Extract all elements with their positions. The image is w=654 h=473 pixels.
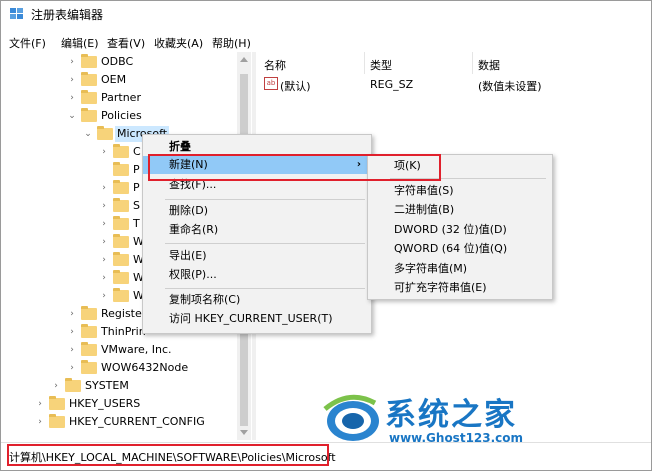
registry-editor-window: 注册表编辑器 文件(F) 编辑(E) 查看(V) 收藏夹(A) 帮助(H) › O… [0,0,652,471]
folder-icon [97,126,113,140]
chevron-right-icon[interactable]: › [99,288,109,304]
folder-icon [81,54,97,68]
menu-item-new[interactable]: 新建(N) › [143,156,371,174]
folder-icon [113,234,129,248]
menu-item-collapse[interactable]: 折叠 [143,138,371,156]
folder-icon [113,162,129,176]
menu-separator [165,199,365,200]
chevron-right-icon[interactable]: › [51,378,61,394]
chevron-right-icon[interactable]: › [67,342,77,358]
submenu-item-dword-value[interactable]: DWORD (32 位)值(D) [368,221,552,239]
folder-icon [113,288,129,302]
title-bar: 注册表编辑器 [1,1,651,27]
chevron-right-icon[interactable]: › [67,360,77,376]
menu-item-export[interactable]: 导出(E) [143,247,371,265]
menu-item-permissions[interactable]: 权限(P)... [143,266,371,284]
menu-item-find[interactable]: 查找(F)... [143,176,371,194]
menu-item-copy-key-name[interactable]: 复制项名称(C) [143,291,371,309]
submenu-item-multi-string-value[interactable]: 多字符串值(M) [368,260,552,278]
chevron-right-icon[interactable]: › [99,144,109,160]
value-name[interactable]: (默认) [280,78,311,94]
folder-icon [81,342,97,356]
string-value-icon: ab [264,77,278,90]
column-header-data[interactable]: 数据 [478,57,500,73]
submenu-item-expandable-string-value[interactable]: 可扩充字符串值(E) [368,279,552,297]
menu-file[interactable]: 文件(F) [9,35,46,51]
folder-icon [113,270,129,284]
folder-icon [49,396,65,410]
folder-icon [113,144,129,158]
watermark-logo-icon [323,394,379,441]
chevron-right-icon[interactable]: › [67,54,77,70]
submenu-item-string-value[interactable]: 字符串值(S) [368,182,552,200]
chevron-right-icon[interactable]: › [99,234,109,250]
folder-icon [113,252,129,266]
chevron-down-icon[interactable]: ⌄ [83,126,93,142]
watermark: 系统之家 www.Ghost123.com [319,389,559,447]
context-menu: 折叠 新建(N) › 查找(F)... 删除(D) 重命名(R) 导出(E) 权限… [142,134,372,334]
scroll-up-icon[interactable] [240,57,248,62]
chevron-right-icon[interactable]: › [99,270,109,286]
menu-separator [165,288,365,289]
column-header-type[interactable]: 类型 [370,57,392,73]
column-header-name[interactable]: 名称 [264,57,286,73]
scroll-down-icon[interactable] [240,430,248,435]
folder-icon [81,108,97,122]
menu-item-goto-hkcu[interactable]: 访问 HKEY_CURRENT_USER(T) [143,310,371,328]
menu-separator [165,243,365,244]
chevron-right-icon[interactable]: › [99,180,109,196]
column-divider[interactable] [472,52,473,74]
folder-icon [81,306,97,320]
chevron-right-icon[interactable]: › [99,252,109,268]
folder-icon [81,324,97,338]
submenu-item-key[interactable]: 项(K) [368,157,552,175]
menu-help[interactable]: 帮助(H) [212,35,251,51]
chevron-right-icon[interactable]: › [67,90,77,106]
chevron-right-icon[interactable]: › [99,198,109,214]
submenu-arrow-icon: › [356,159,361,170]
folder-icon [113,180,129,194]
menu-view[interactable]: 查看(V) [107,35,145,51]
chevron-down-icon[interactable]: ⌄ [67,108,77,124]
chevron-right-icon[interactable]: › [67,306,77,322]
registry-editor-icon [10,8,23,19]
new-submenu: 项(K) 字符串值(S) 二进制值(B) DWORD (32 位)值(D) QW… [367,154,553,300]
folder-icon [81,72,97,86]
window-title: 注册表编辑器 [31,8,104,22]
value-data: (数值未设置) [478,80,542,93]
chevron-right-icon[interactable]: › [67,324,77,340]
chevron-right-icon[interactable]: › [99,216,109,232]
chevron-right-icon[interactable]: › [67,72,77,88]
watermark-brand: 系统之家 [385,397,517,433]
folder-icon [81,360,97,374]
folder-icon [113,198,129,212]
watermark-url: www.Ghost123.com [389,431,524,445]
menu-edit[interactable]: 编辑(E) [61,35,99,51]
folder-icon [113,216,129,230]
menu-favorites[interactable]: 收藏夹(A) [154,35,203,51]
folder-icon [81,90,97,104]
submenu-item-qword-value[interactable]: QWORD (64 位)值(Q) [368,240,552,258]
chevron-right-icon[interactable]: › [35,414,45,430]
submenu-item-binary-value[interactable]: 二进制值(B) [368,201,552,219]
folder-icon [49,414,65,428]
value-type: REG_SZ [370,78,414,91]
menu-bar: 文件(F) 编辑(E) 查看(V) 收藏夹(A) 帮助(H) [1,33,651,51]
menu-item-rename[interactable]: 重命名(R) [143,221,371,239]
chevron-right-icon[interactable]: › [35,396,45,412]
status-path: 计算机\HKEY_LOCAL_MACHINE\SOFTWARE\Policies… [9,451,336,464]
folder-icon [65,378,81,392]
column-divider[interactable] [364,52,365,74]
menu-item-delete[interactable]: 删除(D) [143,202,371,220]
menu-separator [390,178,546,179]
